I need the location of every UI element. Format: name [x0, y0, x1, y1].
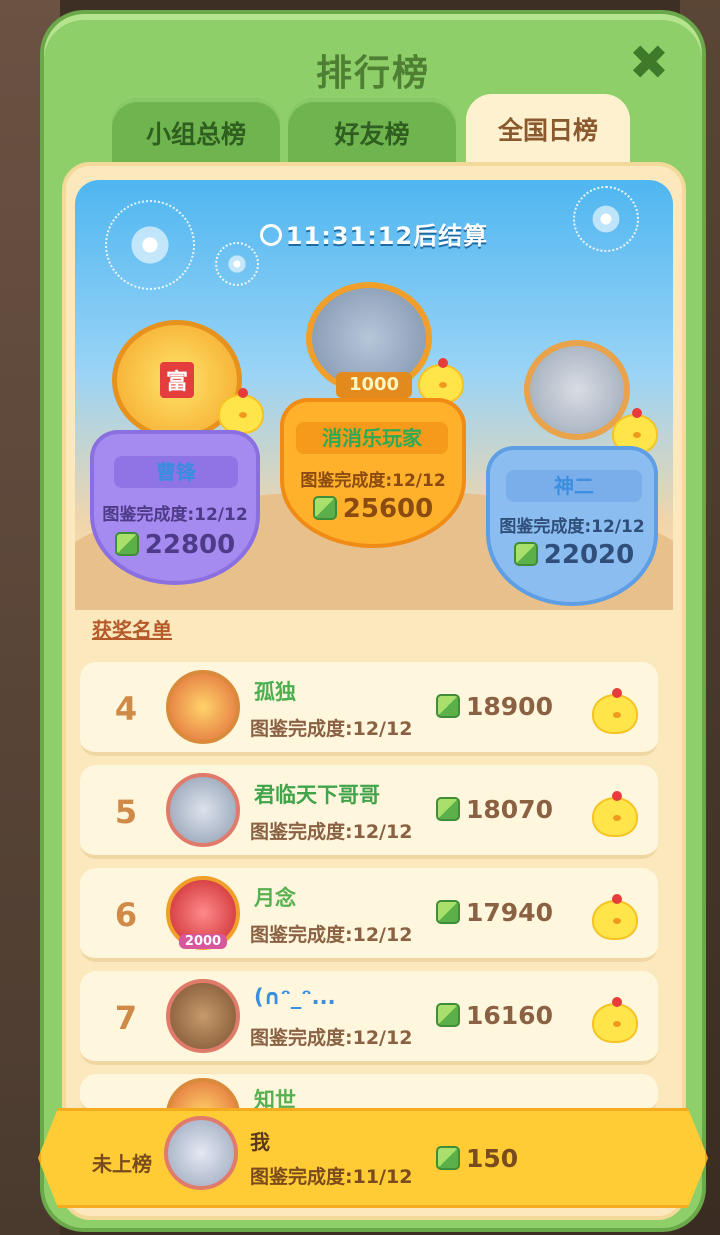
score-text: 17940	[436, 898, 553, 927]
table-row[interactable]: 5 君临天下哥哥 图鉴完成度:12/12 18070	[80, 765, 658, 859]
score-text: 16160	[436, 1001, 553, 1030]
completion-text: 图鉴完成度:12/12	[250, 1027, 413, 1049]
podium-first-score: 25600	[290, 494, 456, 524]
player-name: 月念	[254, 886, 296, 910]
chick-mascot-icon[interactable]	[592, 791, 638, 837]
level-badge: 1000	[336, 372, 412, 398]
tab-group-total[interactable]: 小组总榜	[112, 98, 280, 168]
my-name: 我	[250, 1130, 270, 1154]
fortune-icon: 富	[159, 362, 194, 398]
score-cube-icon	[436, 797, 460, 821]
awards-list-link[interactable]: 获奖名单	[92, 614, 172, 643]
tab-friends[interactable]: 好友榜	[288, 98, 456, 168]
completion-text: 图鉴完成度:12/12	[250, 821, 413, 843]
score-cube-icon	[114, 532, 139, 556]
chick-mascot-icon[interactable]	[592, 688, 638, 734]
score-text: 18900	[436, 692, 553, 721]
my-avatar[interactable]	[164, 1116, 238, 1190]
clock-icon	[259, 224, 282, 246]
level-badge: 2000	[178, 934, 228, 949]
podium-second-completion: 图鉴完成度:12/12	[102, 505, 248, 525]
completion-text: 图鉴完成度:12/12	[250, 924, 413, 946]
podium-second-score: 22800	[100, 530, 250, 560]
score-cube-icon	[436, 1146, 460, 1170]
rank-number: 6	[114, 896, 138, 934]
avatar	[166, 979, 240, 1053]
table-row[interactable]: 4 孤独 图鉴完成度:12/12 18900	[80, 662, 658, 756]
rank-number: 4	[114, 690, 138, 728]
player-name: 孤独	[254, 680, 296, 704]
score-cube-icon	[436, 1003, 460, 1027]
player-name: 君临天下哥哥	[254, 783, 380, 807]
podium-first-completion: 图鉴完成度:12/12	[300, 471, 446, 491]
score-cube-icon	[436, 694, 460, 718]
avatar	[166, 773, 240, 847]
score-cube-icon	[513, 542, 538, 566]
rank-number: 7	[114, 999, 138, 1037]
my-rank-status: 未上榜	[92, 1152, 152, 1176]
podium-second-name: 曹锋	[114, 456, 238, 488]
dialog-title: 排行榜	[315, 53, 430, 94]
avatar	[166, 670, 240, 744]
podium-first-name: 消消乐玩家	[296, 422, 448, 454]
score-text: 18070	[436, 795, 553, 824]
player-name: (∩ᵔ_ᵔ...	[254, 985, 336, 1009]
podium-third-completion: 图鉴完成度:12/12	[499, 517, 645, 537]
chick-mascot-icon[interactable]	[592, 997, 638, 1043]
table-row[interactable]: 6 2000 月念 图鉴完成度:12/12 17940	[80, 868, 658, 962]
close-icon[interactable]: ✖	[626, 39, 672, 87]
table-row[interactable]: 7 (∩ᵔ_ᵔ... 图鉴完成度:12/12 16160	[80, 971, 658, 1065]
avatar: 2000	[166, 876, 240, 950]
my-score: 150	[436, 1144, 518, 1173]
podium-third-score: 22020	[496, 540, 652, 570]
my-completion: 图鉴完成度:11/12	[250, 1166, 413, 1188]
completion-text: 图鉴完成度:12/12	[250, 718, 413, 740]
rank-number: 5	[114, 793, 138, 831]
score-cube-icon	[436, 900, 460, 924]
chick-mascot-icon[interactable]	[592, 894, 638, 940]
score-cube-icon	[312, 496, 337, 520]
settlement-timer: 11:31:12后结算	[75, 216, 673, 251]
chick-mascot-icon	[218, 388, 264, 434]
podium-third-name: 神二	[506, 470, 642, 502]
